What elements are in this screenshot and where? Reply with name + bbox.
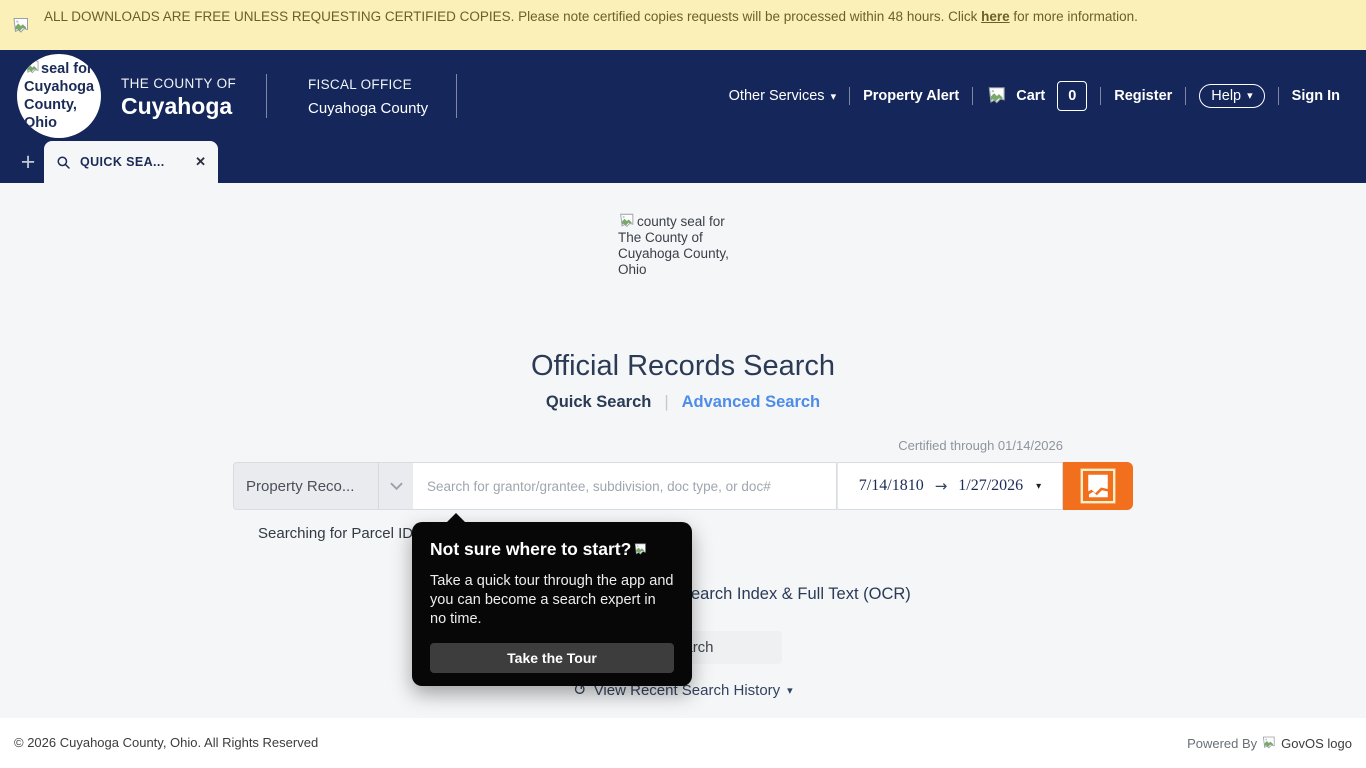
register-link[interactable]: Register	[1114, 88, 1172, 104]
chevron-down-icon: ▾	[1247, 89, 1253, 102]
broken-image-icon	[618, 212, 636, 230]
copyright-text: © 2026 Cuyahoga County, Ohio. All Rights…	[14, 735, 318, 750]
tab-divider: |	[664, 393, 668, 412]
broken-image-icon	[11, 16, 31, 36]
top-navigation: Other Services▾ Property Alert Cart 0 Re…	[729, 50, 1340, 141]
cart-label: Cart	[1016, 88, 1045, 104]
tab-title: QUICK SEA...	[80, 155, 165, 169]
fiscal-office-name: Cuyahoga County	[308, 100, 428, 117]
fiscal-office-label: FISCAL OFFICE	[308, 77, 428, 92]
govos-logo-alt-text: GovOS logo	[1281, 736, 1352, 751]
announcement-text-after: for more information.	[1010, 9, 1138, 24]
quick-search-bar: Property Reco... 7/14/1810 → 1/27/2026 ▾	[233, 462, 1133, 510]
site-header: seal for Cuyahoga County, Ohio THE COUNT…	[0, 50, 1366, 141]
county-seal-image-broken: county seal for The County of Cuyahoga C…	[618, 212, 750, 278]
tooltip-arrow	[446, 513, 466, 523]
nav-divider	[849, 87, 850, 105]
tooltip-body: Take a quick tour through the app and yo…	[430, 572, 674, 629]
cart-count-badge: 0	[1057, 81, 1087, 111]
help-menu[interactable]: Help▾	[1199, 84, 1264, 108]
nav-divider	[1278, 87, 1279, 105]
parcel-id-hint-link[interactable]: Searching for Parcel ID?	[258, 525, 421, 542]
chevron-down-icon: ▾	[787, 684, 793, 697]
page: ALL DOWNLOADS ARE FREE UNLESS REQUESTING…	[0, 0, 1366, 768]
page-footer: © 2026 Cuyahoga County, Ohio. All Rights…	[0, 718, 1366, 768]
certified-through-note: Certified through 01/14/2026	[898, 438, 1063, 453]
county-seal-alt-text: seal for Cuyahoga County, Ohio	[24, 61, 94, 131]
nav-divider	[1185, 87, 1186, 105]
search-icon	[56, 155, 71, 170]
chevron-down-icon: ▾	[831, 91, 837, 103]
tab-quick-search[interactable]: Quick Search	[546, 393, 651, 412]
arrow-right-icon: →	[935, 477, 948, 495]
nav-divider	[972, 87, 973, 105]
date-range-picker[interactable]: 7/14/1810 → 1/27/2026 ▾	[837, 462, 1063, 510]
new-tab-button[interactable]: +	[13, 146, 43, 178]
search-submit-button[interactable]	[1063, 462, 1133, 510]
nav-divider	[1100, 87, 1101, 105]
main-content: county seal for The County of Cuyahoga C…	[0, 183, 1366, 718]
search-mode-tabs: Quick Search | Advanced Search	[0, 393, 1366, 412]
ocr-search-option-label[interactable]: Search Index & Full Text (OCR)	[680, 585, 911, 604]
header-divider	[456, 74, 457, 118]
doc-type-selected-value: Property Reco...	[246, 478, 378, 495]
header-divider	[266, 74, 267, 118]
county-brand[interactable]: THE COUNTY OF Cuyahoga	[121, 76, 236, 120]
broken-image-icon	[1080, 468, 1116, 504]
announcement-banner: ALL DOWNLOADS ARE FREE UNLESS REQUESTING…	[0, 0, 1366, 50]
chevron-down-icon: ▾	[1036, 481, 1041, 492]
tab-advanced-search[interactable]: Advanced Search	[682, 393, 820, 412]
date-to-value: 1/27/2026	[958, 477, 1023, 495]
page-title: Official Records Search	[0, 350, 1366, 383]
quick-search-tab[interactable]: QUICK SEA... ✕	[44, 141, 218, 183]
take-the-tour-button[interactable]: Take the Tour	[430, 643, 674, 673]
property-alert-link[interactable]: Property Alert	[863, 88, 959, 104]
announcement-text: ALL DOWNLOADS ARE FREE UNLESS REQUESTING…	[44, 8, 1259, 25]
broken-image-icon	[24, 59, 41, 76]
broken-image-icon	[633, 542, 648, 557]
county-seal[interactable]: seal for Cuyahoga County, Ohio	[17, 54, 101, 138]
close-icon[interactable]: ✕	[195, 154, 206, 170]
sign-in-link[interactable]: Sign In	[1292, 88, 1340, 104]
here-link[interactable]: here	[981, 9, 1010, 24]
powered-by-label: Powered By	[1187, 736, 1257, 751]
county-brand-label: THE COUNTY OF	[121, 76, 236, 91]
cart-button[interactable]: Cart 0	[986, 81, 1087, 111]
date-from-value: 7/14/1810	[859, 477, 924, 495]
search-input[interactable]	[413, 462, 837, 510]
county-brand-name: Cuyahoga	[121, 93, 236, 120]
powered-by: Powered By GovOS logo	[1187, 735, 1352, 751]
fiscal-office-brand: FISCAL OFFICE Cuyahoga County	[308, 77, 428, 117]
cart-icon	[986, 85, 1008, 107]
chevron-down-icon	[379, 482, 413, 490]
other-services-menu[interactable]: Other Services▾	[729, 88, 836, 104]
search-tab-strip: + QUICK SEA... ✕	[0, 141, 1366, 183]
announcement-text-before: ALL DOWNLOADS ARE FREE UNLESS REQUESTING…	[44, 9, 981, 24]
tour-tooltip: Not sure where to start? Take a quick to…	[412, 522, 692, 686]
tooltip-title: Not sure where to start?	[430, 539, 674, 560]
doc-type-dropdown[interactable]: Property Reco...	[233, 462, 413, 510]
broken-image-icon	[1261, 735, 1277, 751]
